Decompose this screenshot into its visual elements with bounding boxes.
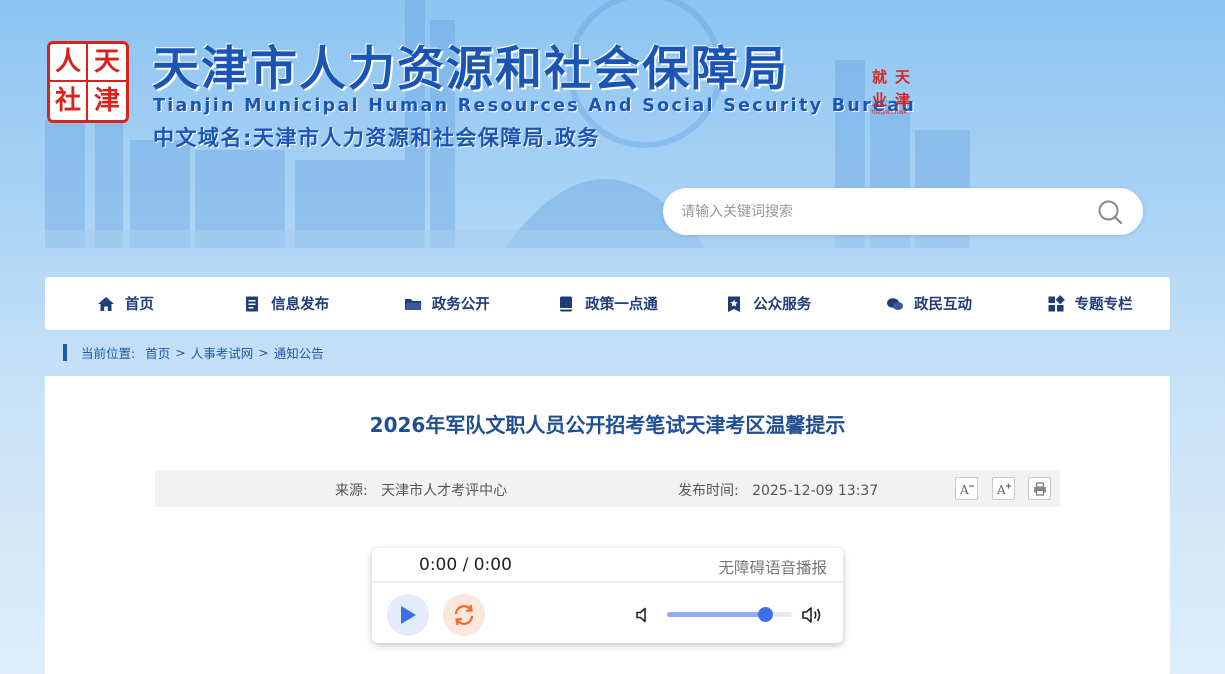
search-box: [663, 188, 1143, 235]
breadcrumb-separator: >: [175, 344, 186, 360]
breadcrumb-link-exam-site[interactable]: 人事考试网: [191, 343, 254, 362]
svg-text:A: A: [959, 483, 969, 496]
svg-text:A: A: [996, 483, 1006, 496]
font-increase-button[interactable]: A: [992, 477, 1015, 500]
volume-slider-fill: [667, 612, 765, 617]
grid-icon: [1048, 294, 1065, 311]
article-meta-bar: 来源: 天津市人才考评中心 发布时间: 2025-12-09 13:37 A A: [155, 470, 1060, 507]
breadcrumb-link-home[interactable]: 首页: [145, 343, 170, 362]
chat-icon: [886, 297, 903, 310]
home-icon: [97, 296, 114, 311]
volume-high-icon[interactable]: [801, 605, 823, 625]
search-icon[interactable]: [1097, 199, 1123, 225]
nav-item-special-topics[interactable]: 专题专栏: [1009, 277, 1170, 330]
site-title-chinese: 天津市人力资源和社会保障局: [152, 42, 789, 97]
document-icon: [246, 296, 259, 311]
employment-seal-logo: 就 天 业 津: [871, 68, 910, 109]
nav-item-public-service[interactable]: 公众服务: [688, 277, 849, 330]
play-icon: [401, 606, 416, 624]
employment-seal-caption: TIANJIN CHINA: [871, 110, 907, 116]
accessibility-audio-player: 0:00 / 0:00 无障碍语音播报: [372, 548, 843, 643]
loop-button[interactable]: [443, 594, 485, 636]
play-button[interactable]: [387, 594, 429, 636]
bureau-logo-seal: 人 天 社 津: [47, 41, 129, 123]
player-label: 无障碍语音播报: [718, 559, 827, 577]
chinese-domain-name: 中文域名:天津市人力资源和社会保障局.政务: [153, 126, 600, 150]
article-source: 来源: 天津市人才考评中心: [335, 483, 508, 499]
search-input[interactable]: [681, 199, 1081, 224]
breadcrumb-separator: >: [258, 344, 269, 360]
nav-item-gov-affairs[interactable]: 政务公开: [366, 277, 527, 330]
font-increase-icon: A: [996, 483, 1011, 496]
player-header: 0:00 / 0:00 无障碍语音播报: [372, 548, 843, 583]
book-icon: [560, 296, 573, 311]
article-content: 2026年军队文职人员公开招考笔试天津考区温馨提示 来源: 天津市人才考评中心 …: [45, 376, 1170, 674]
nav-item-interaction[interactable]: 政民互动: [849, 277, 1010, 330]
printer-icon: [1033, 481, 1046, 496]
breadcrumb-bar: [63, 343, 67, 361]
main-navigation: 首页 信息发布 政务公开 政策一点通 公众服务 政民互动 专题专栏: [45, 277, 1170, 330]
nav-item-info-release[interactable]: 信息发布: [206, 277, 367, 330]
volume-low-icon[interactable]: [635, 606, 653, 624]
print-button[interactable]: [1028, 477, 1051, 500]
site-title-english: Tianjin Municipal Human Resources And So…: [153, 96, 917, 116]
font-decrease-icon: A: [959, 483, 974, 496]
breadcrumb-prefix: 当前位置:: [81, 345, 136, 361]
folder-icon: [404, 298, 422, 310]
volume-slider-thumb[interactable]: [757, 607, 773, 622]
star-badge-icon: [728, 296, 741, 312]
loop-icon: [454, 604, 474, 626]
font-decrease-button[interactable]: A: [955, 477, 978, 500]
breadcrumb: 当前位置: 首页 > 人事考试网 > 通知公告: [63, 343, 324, 361]
volume-slider-track[interactable]: [667, 607, 792, 622]
article-publish-time: 发布时间: 2025-12-09 13:37: [678, 483, 879, 499]
player-time-display: 0:00 / 0:00: [419, 555, 512, 575]
breadcrumb-link-notices[interactable]: 通知公告: [274, 343, 324, 362]
nav-item-policy[interactable]: 政策一点通: [527, 277, 688, 330]
nav-item-home[interactable]: 首页: [45, 277, 206, 330]
article-title: 2026年军队文职人员公开招考笔试天津考区温馨提示: [369, 413, 846, 437]
